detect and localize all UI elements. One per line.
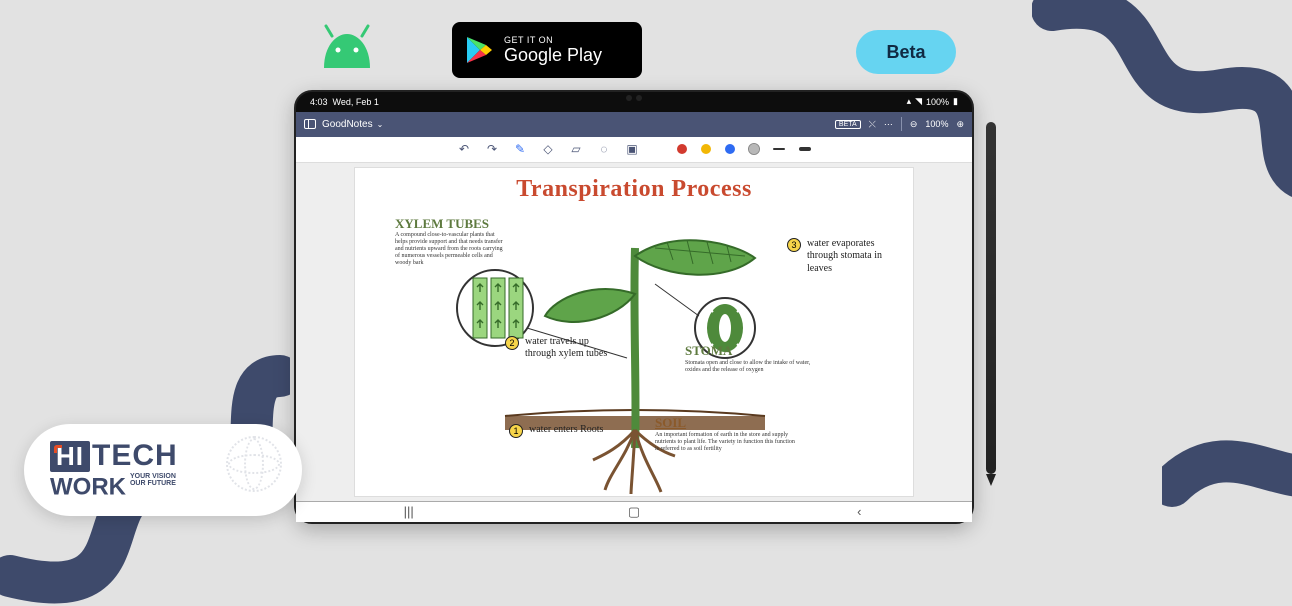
step-2-num: 2	[505, 336, 519, 350]
android-icon	[318, 24, 376, 68]
pen-tool[interactable]: ✎	[513, 142, 527, 156]
play-badge-line2: Google Play	[504, 45, 602, 65]
color-blue[interactable]	[725, 144, 735, 154]
highlighter-tool[interactable]: ▱	[569, 142, 583, 156]
color-gray[interactable]	[749, 144, 759, 154]
zoom-in-icon[interactable]: ⊕	[956, 119, 964, 130]
appbar-beta-tag: BETA	[835, 120, 861, 129]
label-xylem: XYLEM TUBES	[395, 216, 489, 232]
camera-notch	[622, 95, 646, 101]
image-tool[interactable]: ▣	[625, 142, 639, 156]
step-2: water travels up through xylem tubes	[525, 336, 615, 361]
stroke-thin[interactable]	[773, 148, 785, 150]
tablet-device: 4:03 Wed, Feb 1 ▴ ◥ 100% ▮ GoodNotes ⌄ B…	[294, 90, 974, 524]
chevron-down-icon[interactable]: ⌄	[377, 120, 384, 129]
signal-icon: ◥	[915, 96, 922, 107]
google-play-badge[interactable]: GET IT ON Google Play	[452, 22, 642, 78]
note-page[interactable]: Transpiration Process	[354, 167, 914, 497]
decor-squiggle-right-bottom	[1162, 406, 1292, 526]
stroke-thick[interactable]	[799, 147, 811, 151]
more-icon[interactable]: ⋯	[884, 119, 893, 130]
note-stoma: Stomata open and close to allow the inta…	[685, 360, 815, 374]
wifi-icon: ▴	[907, 96, 912, 107]
sidebar-toggle-icon[interactable]	[304, 119, 316, 129]
app-title[interactable]: GoodNotes	[322, 119, 373, 130]
note-soil: An important formation of earth in the s…	[655, 432, 795, 454]
nav-home-button[interactable]: ▢	[625, 504, 643, 520]
logo-tag2: OUR FUTURE	[130, 480, 176, 487]
status-time: 4:03	[310, 97, 328, 107]
status-date: Wed, Feb 1	[333, 97, 379, 107]
hitech-work-logo: HITECH WORK YOUR VISIONOUR FUTURE	[24, 424, 302, 516]
eraser-tool[interactable]: ◇	[541, 142, 555, 156]
app-bar: GoodNotes ⌄ BETA ⤬ ⋯ ⊖ 100% ⊕	[296, 112, 972, 137]
nav-back-button[interactable]: ‹	[850, 504, 868, 519]
label-stoma: STOMA	[685, 343, 732, 359]
nav-recent-button[interactable]: |||	[400, 504, 418, 519]
redo-button[interactable]: ↷	[485, 142, 499, 156]
toolbar: ↶ ↷ ✎ ◇ ▱ ◌ ▣	[296, 137, 972, 162]
play-badge-line1: GET IT ON	[504, 35, 602, 45]
status-battery: 100%	[926, 97, 949, 107]
zoom-level: 100%	[925, 119, 948, 129]
canvas-area[interactable]: Transpiration Process	[296, 163, 972, 501]
color-yellow[interactable]	[701, 144, 711, 154]
beta-badge: Beta	[856, 30, 956, 74]
step-1-num: 1	[509, 424, 523, 438]
color-red[interactable]	[677, 144, 687, 154]
label-soil: SOIL	[655, 415, 686, 431]
logo-tag1: YOUR VISION	[130, 473, 176, 480]
logo-work: WORK	[50, 473, 126, 500]
step-1: water enters Roots	[529, 424, 603, 437]
step-3-num: 3	[787, 238, 801, 252]
lasso-tool[interactable]: ◌	[597, 142, 611, 156]
logo-hi: HI	[50, 441, 90, 472]
undo-button[interactable]: ↶	[457, 142, 471, 156]
step-3: water evaporates through stomata in leav…	[807, 238, 897, 276]
logo-tech: TECH	[92, 439, 178, 472]
android-nav-bar: ||| ▢ ‹	[296, 501, 972, 523]
stylus-pen	[986, 122, 996, 474]
shuffle-icon[interactable]: ⤬	[869, 119, 876, 130]
play-store-icon	[464, 35, 494, 65]
zoom-out-icon[interactable]: ⊖	[910, 119, 918, 130]
note-xylem: A compound close-to-vascular plants that…	[395, 232, 505, 268]
globe-decor-icon	[226, 436, 282, 492]
battery-icon: ▮	[953, 96, 958, 107]
